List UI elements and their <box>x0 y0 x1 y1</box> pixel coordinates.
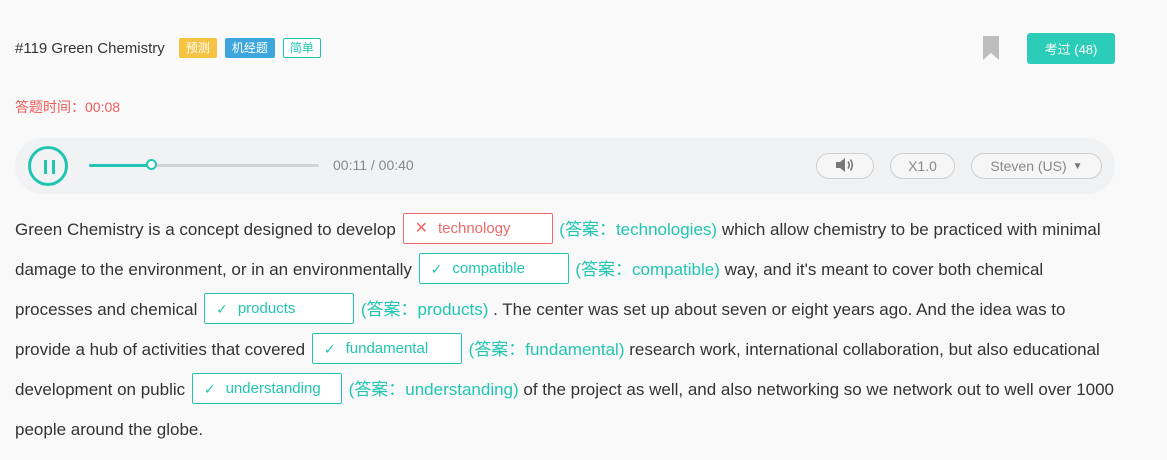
question-title: #119 Green Chemistry <box>15 39 165 57</box>
volume-button[interactable] <box>816 153 874 179</box>
progress-thumb[interactable] <box>146 159 158 170</box>
passage: Green Chemistry is a concept designed to… <box>15 210 1125 450</box>
exam-count-button[interactable]: 考过 (48) <box>1027 33 1115 64</box>
blank-user-answer: compatible <box>452 259 525 277</box>
answer-blank-2[interactable]: ✓ compatible <box>418 253 569 285</box>
tag-predict: 预测 <box>178 38 217 58</box>
time-display: 00:11 / 00:40 <box>333 157 414 173</box>
blank-user-answer: technology <box>437 219 511 237</box>
playback-speed-button[interactable]: X1.0 <box>890 153 955 179</box>
check-icon: ✓ <box>216 300 228 317</box>
tag-machine-question: 机经题 <box>224 38 275 58</box>
progress-slider[interactable] <box>89 159 319 170</box>
playback-speed-label: X1.0 <box>908 158 937 174</box>
correct-answer-4: (答案：fundamental) <box>468 340 625 359</box>
speaker-icon <box>835 157 855 176</box>
tag-difficulty: 简单 <box>282 38 321 58</box>
check-icon: ✓ <box>430 260 443 277</box>
correct-answer-3: (答案：products) <box>360 300 489 319</box>
answer-blank-1[interactable]: ✕ technology <box>402 213 553 245</box>
passage-text: Green Chemistry is a concept designed to… <box>15 220 396 239</box>
pause-icon-bar-right <box>52 160 55 174</box>
answer-blank-5[interactable]: ✓ understanding <box>191 373 342 405</box>
answer-blank-4[interactable]: ✓ fundamental <box>311 333 462 365</box>
audio-player: 00:11 / 00:40 X1.0 Steven (US) ▼ <box>15 138 1115 194</box>
voice-select-label: Steven (US) <box>990 158 1067 174</box>
pause-button[interactable] <box>28 146 68 186</box>
blank-user-answer: products <box>237 299 296 317</box>
progress-fill <box>89 164 153 167</box>
answer-timer: 答题时间：00:08 <box>15 99 121 115</box>
correct-answer-1: (答案：technologies) <box>559 220 718 239</box>
answer-blank-3[interactable]: ✓ products <box>204 293 355 325</box>
question-header: #119 Green Chemistry 预测 机经题 简单 <box>15 36 329 60</box>
bookmark-icon[interactable] <box>983 36 999 60</box>
correct-answer-2: (答案：compatible) <box>575 260 720 279</box>
cross-icon: ✕ <box>414 219 428 237</box>
caret-down-icon: ▼ <box>1072 160 1083 172</box>
blank-user-answer: fundamental <box>345 339 429 357</box>
blank-user-answer: understanding <box>225 379 321 397</box>
check-icon: ✓ <box>203 380 216 397</box>
check-icon: ✓ <box>323 340 336 357</box>
voice-select[interactable]: Steven (US) ▼ <box>971 153 1102 179</box>
pause-icon-bar-left <box>44 160 47 174</box>
correct-answer-5: (答案：understanding) <box>348 380 519 399</box>
